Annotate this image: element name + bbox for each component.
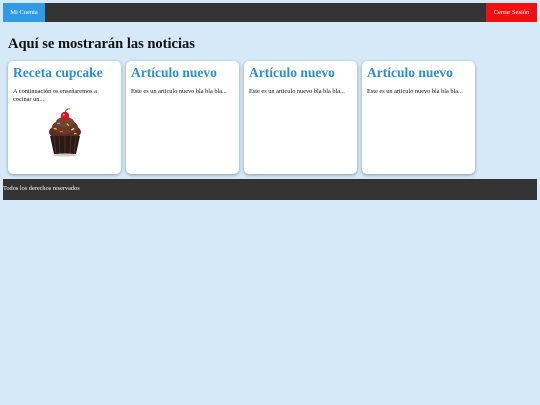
card-title[interactable]: Artículo nuevo: [249, 65, 352, 81]
cupcake-image: [49, 108, 81, 157]
news-card-article-1[interactable]: Artículo nuevo Este es un articulo nuevo…: [126, 61, 239, 174]
page: Mi Cuenta Cerrar Sesión Aquí se mostrará…: [0, 0, 540, 405]
footer-copyright: Todos los derechos reservados: [3, 185, 80, 192]
card-excerpt: A continuación os enseñaremos a cocinar …: [13, 88, 97, 103]
card-excerpt: Este es un articulo nuevo bla bla bla...: [367, 88, 463, 95]
logout-button[interactable]: Cerrar Sesión: [486, 3, 537, 22]
news-card-article-2[interactable]: Artículo nuevo Este es un articulo nuevo…: [244, 61, 357, 174]
footer: Todos los derechos reservados: [3, 179, 537, 200]
page-title: Aquí se mostrarán las noticias: [8, 36, 195, 52]
my-account-button[interactable]: Mi Cuenta: [3, 3, 45, 22]
top-navbar: Mi Cuenta Cerrar Sesión: [3, 3, 537, 22]
news-card-cupcake[interactable]: Receta cupcake A continuación os enseñar…: [8, 61, 121, 174]
card-title[interactable]: Artículo nuevo: [131, 65, 234, 81]
card-title[interactable]: Receta cupcake: [13, 65, 116, 81]
card-title[interactable]: Artículo nuevo: [367, 65, 470, 81]
card-excerpt: Este es un articulo nuevo bla bla bla...: [249, 88, 345, 95]
news-card-article-3[interactable]: Artículo nuevo Este es un articulo nuevo…: [362, 61, 475, 174]
card-excerpt: Este es un articulo nuevo bla bla bla...: [131, 88, 227, 95]
